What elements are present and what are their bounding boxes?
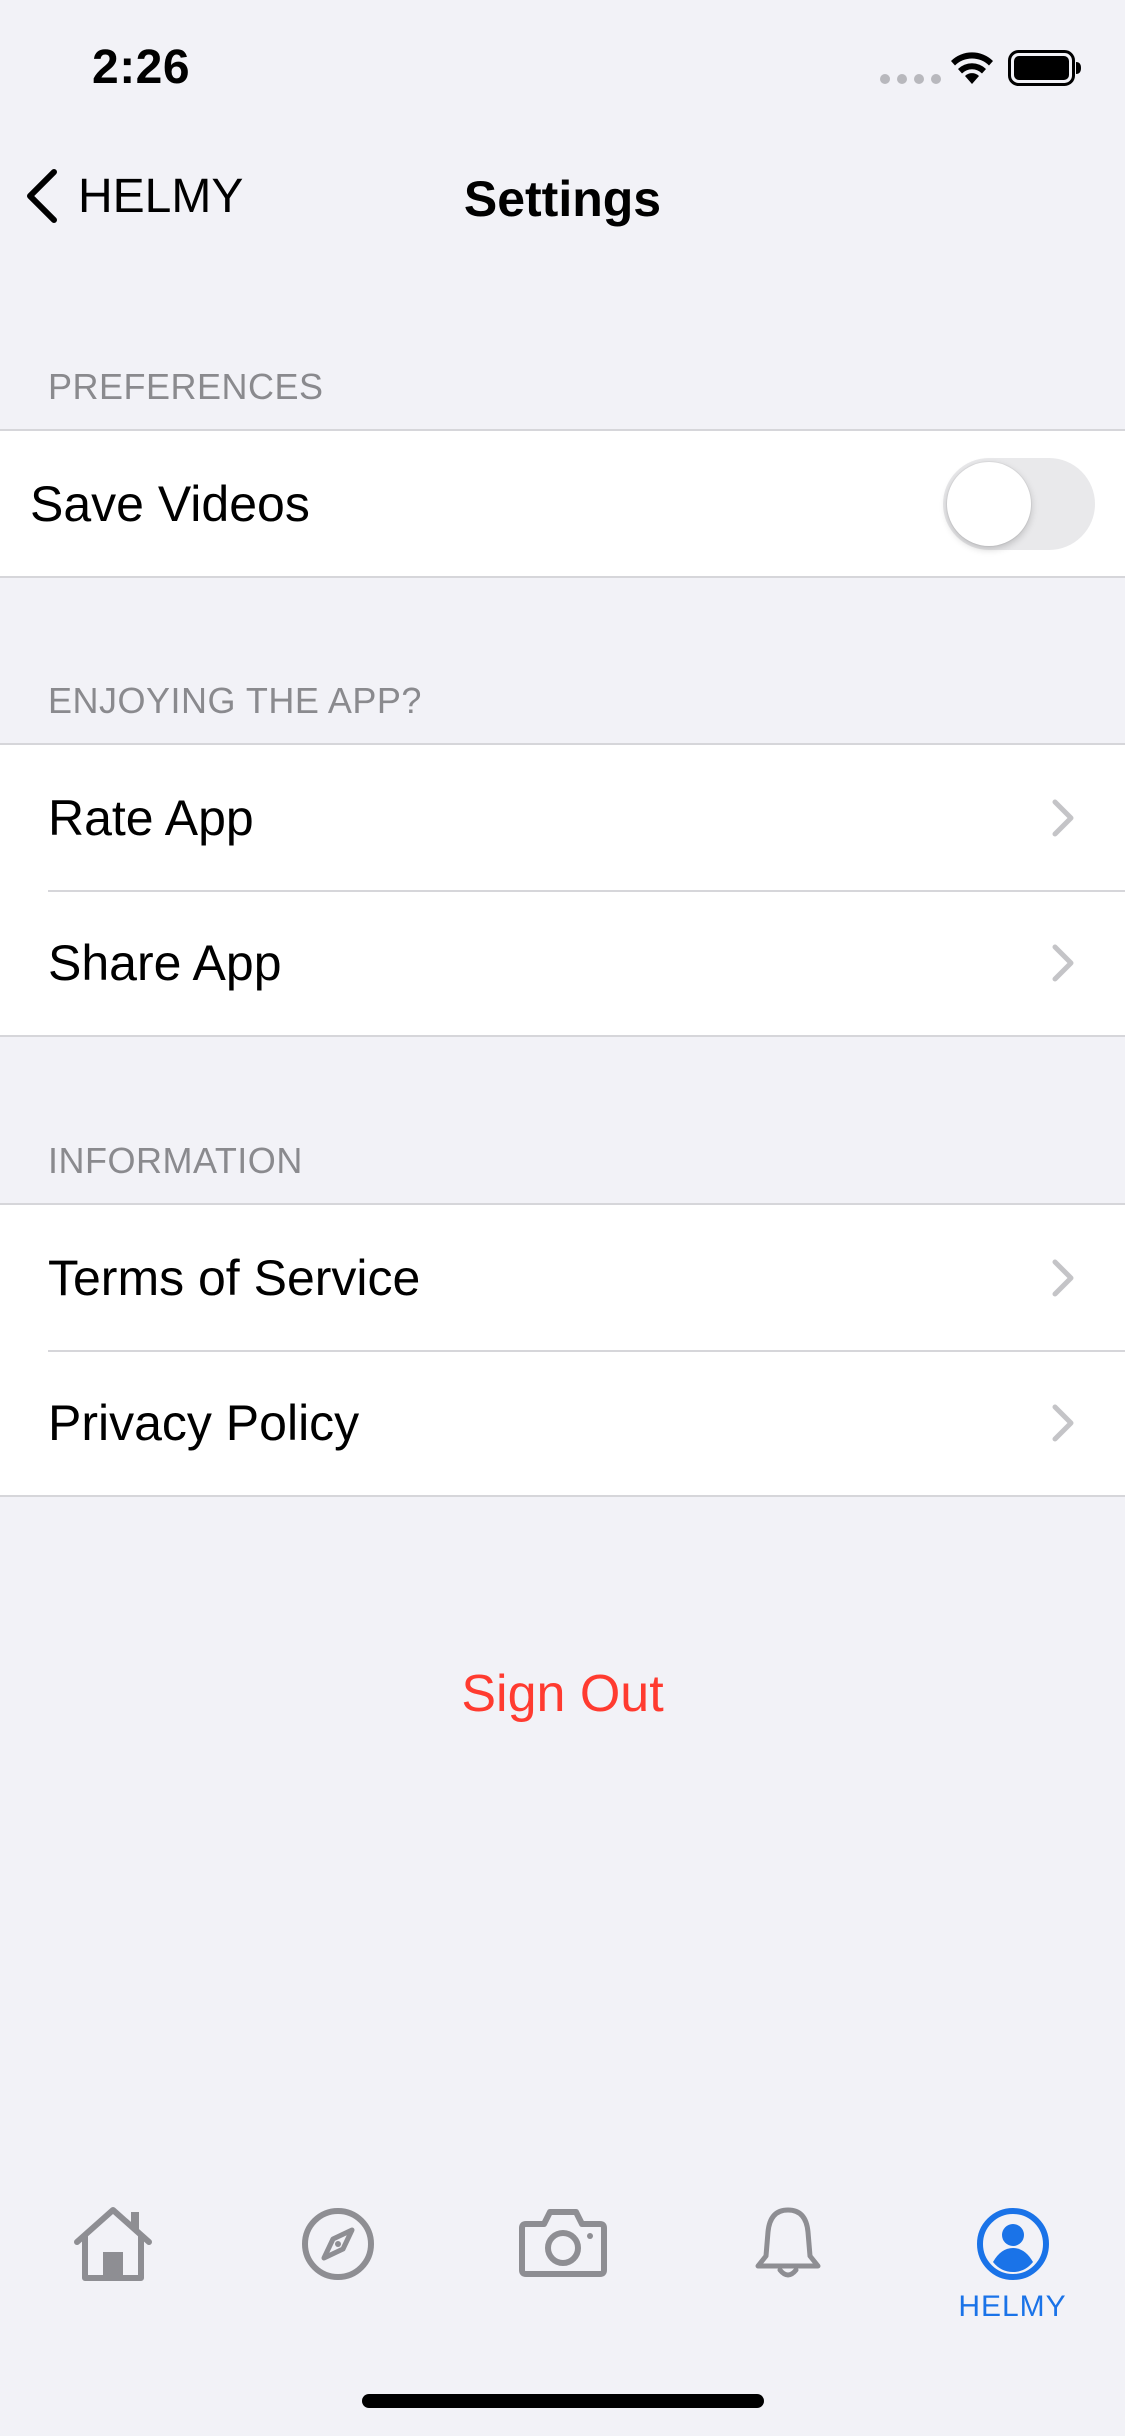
page-title: Settings xyxy=(463,171,662,227)
save-videos-toggle[interactable] xyxy=(943,457,1095,550)
chevron-right-icon xyxy=(1052,1404,1074,1441)
information-group: Terms of Service Privacy Policy xyxy=(0,1203,1125,1497)
tab-explore[interactable] xyxy=(225,2180,450,2340)
save-videos-label: Save Videos xyxy=(30,475,310,532)
rate-app-row[interactable]: Rate App xyxy=(0,745,1125,890)
preferences-group: Save Videos xyxy=(0,429,1125,578)
rate-app-label: Rate App xyxy=(48,789,254,846)
wifi-icon xyxy=(951,52,993,84)
enjoying-group: Rate App Share App xyxy=(0,743,1125,1037)
share-app-label: Share App xyxy=(48,934,282,991)
status-time: 2:26 xyxy=(92,41,191,94)
tab-camera[interactable] xyxy=(450,2180,675,2340)
privacy-policy-row[interactable]: Privacy Policy xyxy=(0,1350,1125,1495)
compass-icon xyxy=(301,2208,374,2280)
profile-icon xyxy=(976,2208,1049,2280)
home-icon xyxy=(73,2207,152,2281)
tab-profile-label: HELMY xyxy=(958,2290,1067,2323)
section-header-information: INFORMATION xyxy=(48,1140,303,1181)
tab-notifications[interactable] xyxy=(675,2180,900,2340)
settings-screen: 2:26 HELMY Settings PREFERENCES Save Vid… xyxy=(0,0,1125,2436)
bell-icon xyxy=(755,2207,820,2278)
sign-out-button[interactable]: Sign Out xyxy=(0,1664,1125,1724)
toggle-knob xyxy=(947,461,1031,546)
chevron-right-icon xyxy=(1052,1259,1074,1296)
chevron-right-icon xyxy=(1052,799,1074,836)
camera-icon xyxy=(518,2209,607,2277)
status-bar: 2:26 xyxy=(0,0,1125,132)
section-header-enjoying: ENJOYING THE APP? xyxy=(48,680,422,721)
cellular-signal-icon xyxy=(880,74,941,84)
save-videos-row: Save Videos xyxy=(0,431,1125,576)
tab-home[interactable] xyxy=(0,2180,225,2340)
share-app-row[interactable]: Share App xyxy=(0,890,1125,1035)
home-indicator xyxy=(362,2394,764,2408)
section-header-preferences: PREFERENCES xyxy=(48,366,324,407)
chevron-right-icon xyxy=(1052,944,1074,981)
terms-of-service-row[interactable]: Terms of Service xyxy=(0,1205,1125,1350)
tab-profile[interactable]: HELMY xyxy=(900,2180,1125,2340)
battery-icon xyxy=(1008,50,1081,86)
privacy-policy-label: Privacy Policy xyxy=(48,1394,360,1451)
terms-of-service-label: Terms of Service xyxy=(48,1249,421,1306)
navigation-bar: HELMY Settings xyxy=(0,150,1125,246)
